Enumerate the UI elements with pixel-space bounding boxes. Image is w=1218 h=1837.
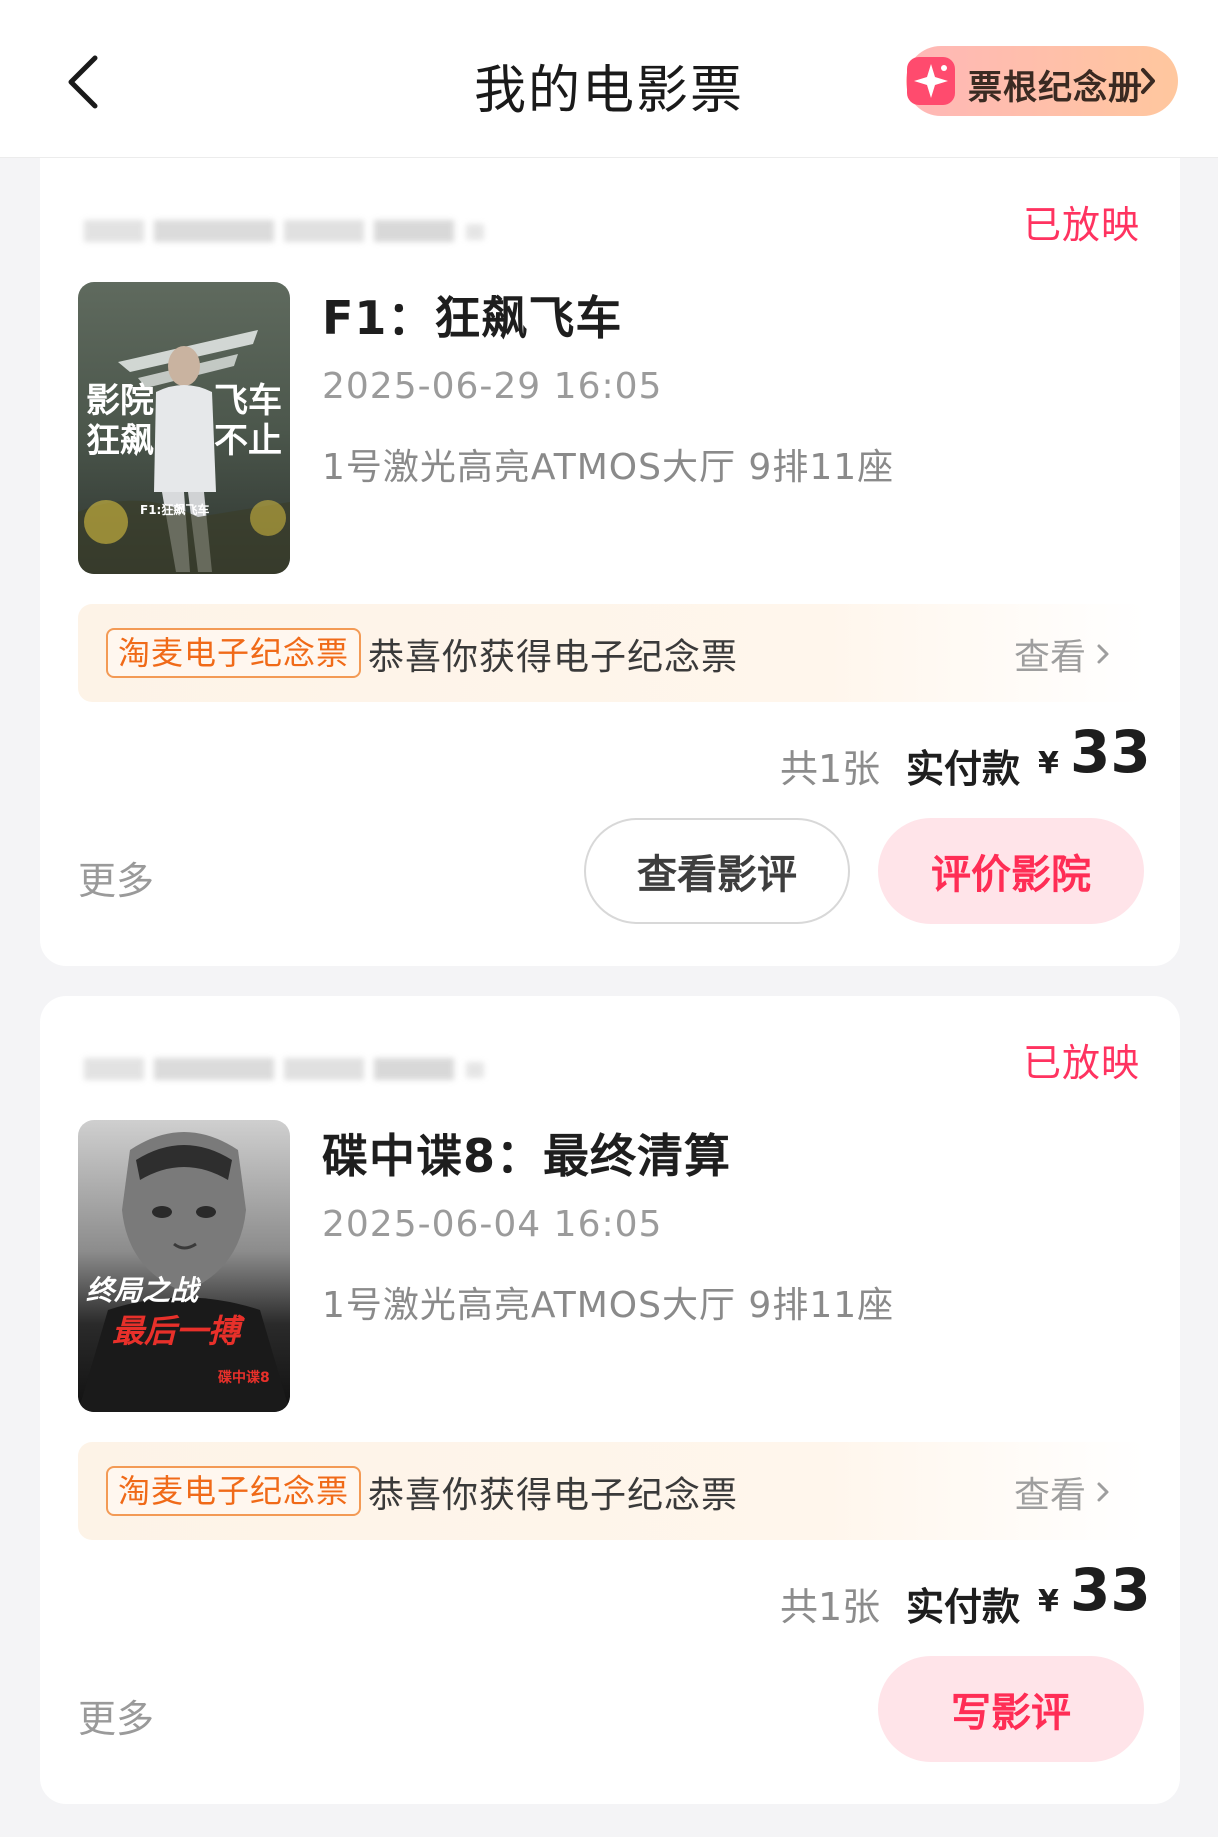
ticket-count: 共1张 (780, 1585, 881, 1629)
currency-symbol: ¥ (1038, 746, 1059, 781)
more-link[interactable]: 更多 (78, 850, 154, 905)
poster-caption: 碟中谍8 (218, 1369, 270, 1386)
ticket-count: 共1张 (780, 747, 881, 791)
souvenir-ticket-banner[interactable]: 淘麦电子纪念票 恭喜你获得电子纪念票 查看 (78, 604, 1146, 702)
status-badge: 已放映 (1022, 203, 1140, 247)
back-button[interactable] (48, 44, 118, 120)
paid-label: 实付款 (906, 747, 1021, 791)
poster-line-left-1: 影院 (86, 381, 154, 421)
chevron-right-icon (1141, 68, 1155, 94)
cinema-name-redacted (84, 220, 484, 242)
chevron-right-icon (1097, 1482, 1109, 1502)
rate-cinema-button[interactable]: 评价影院 (878, 818, 1144, 924)
poster-image: 终局之战 最后一搏 碟中谍8 (78, 1120, 290, 1412)
poster-line-right-1: 飞车 (214, 381, 282, 421)
chevron-left-icon (68, 55, 98, 109)
view-reviews-button[interactable]: 查看影评 (584, 818, 850, 924)
souvenir-tag: 淘麦电子纪念票 (106, 1466, 362, 1516)
status-badge: 已放映 (1022, 1041, 1140, 1085)
poster-line-right-2: 不止 (214, 421, 282, 461)
paid-label: 实付款 (906, 1585, 1021, 1629)
top-nav-bar: 我的电影票 票根纪念册 (0, 0, 1218, 158)
chevron-right-icon (1097, 644, 1109, 664)
poster-caption: F1:狂飙飞车 (140, 502, 209, 517)
order-card[interactable]: 已放映 影院 狂飙 飞车 不止 F1:狂飙飞车 F1：狂飙飞车 2025-06-… (40, 158, 1180, 966)
cinema-name-redacted (84, 1058, 484, 1080)
paid-amount: 33 (1070, 1556, 1151, 1624)
sparkle-icon (907, 57, 955, 105)
souvenir-tag: 淘麦电子纪念票 (106, 628, 362, 678)
poster-image: 影院 狂飙 飞车 不止 F1:狂飙飞车 (78, 282, 290, 574)
poster-line-left-2: 狂飙 (86, 421, 154, 461)
order-card[interactable]: 已放映 终局之战 最后一搏 碟中谍8 碟中谍8：最终清算 2025-06-04 … (40, 996, 1180, 1804)
show-time: 2025-06-29 16:05 (322, 366, 663, 407)
movie-poster[interactable]: 影院 狂飙 飞车 不止 F1:狂飙飞车 (78, 282, 290, 574)
souvenir-view-link[interactable]: 查看 (1014, 1466, 1110, 1518)
souvenir-view-label: 查看 (1014, 637, 1087, 678)
poster-line-2: 最后一搏 (112, 1312, 245, 1350)
movie-title[interactable]: 碟中谍8：最终清算 (322, 1120, 731, 1186)
souvenir-text: 恭喜你获得电子纪念票 (368, 637, 739, 678)
paid-amount: 33 (1070, 718, 1151, 786)
souvenir-ticket-banner[interactable]: 淘麦电子纪念票 恭喜你获得电子纪念票 查看 (78, 1442, 1146, 1540)
movie-title[interactable]: F1：狂飙飞车 (322, 282, 622, 348)
write-review-button[interactable]: 写影评 (878, 1656, 1144, 1762)
souvenir-view-label: 查看 (1014, 1475, 1087, 1516)
movie-poster[interactable]: 终局之战 最后一搏 碟中谍8 (78, 1120, 290, 1412)
ticket-album-button[interactable]: 票根纪念册 (906, 46, 1178, 116)
poster-line-1: 终局之战 (86, 1274, 202, 1307)
ticket-album-label: 票根纪念册 (968, 68, 1143, 108)
souvenir-text: 恭喜你获得电子纪念票 (368, 1475, 739, 1516)
show-time: 2025-06-04 16:05 (322, 1204, 663, 1245)
seat-info: 1号激光高亮ATMOS大厅 9排11座 (322, 447, 895, 488)
seat-info: 1号激光高亮ATMOS大厅 9排11座 (322, 1285, 895, 1326)
more-link[interactable]: 更多 (78, 1688, 154, 1743)
currency-symbol: ¥ (1038, 1584, 1059, 1619)
souvenir-view-link[interactable]: 查看 (1014, 628, 1110, 680)
